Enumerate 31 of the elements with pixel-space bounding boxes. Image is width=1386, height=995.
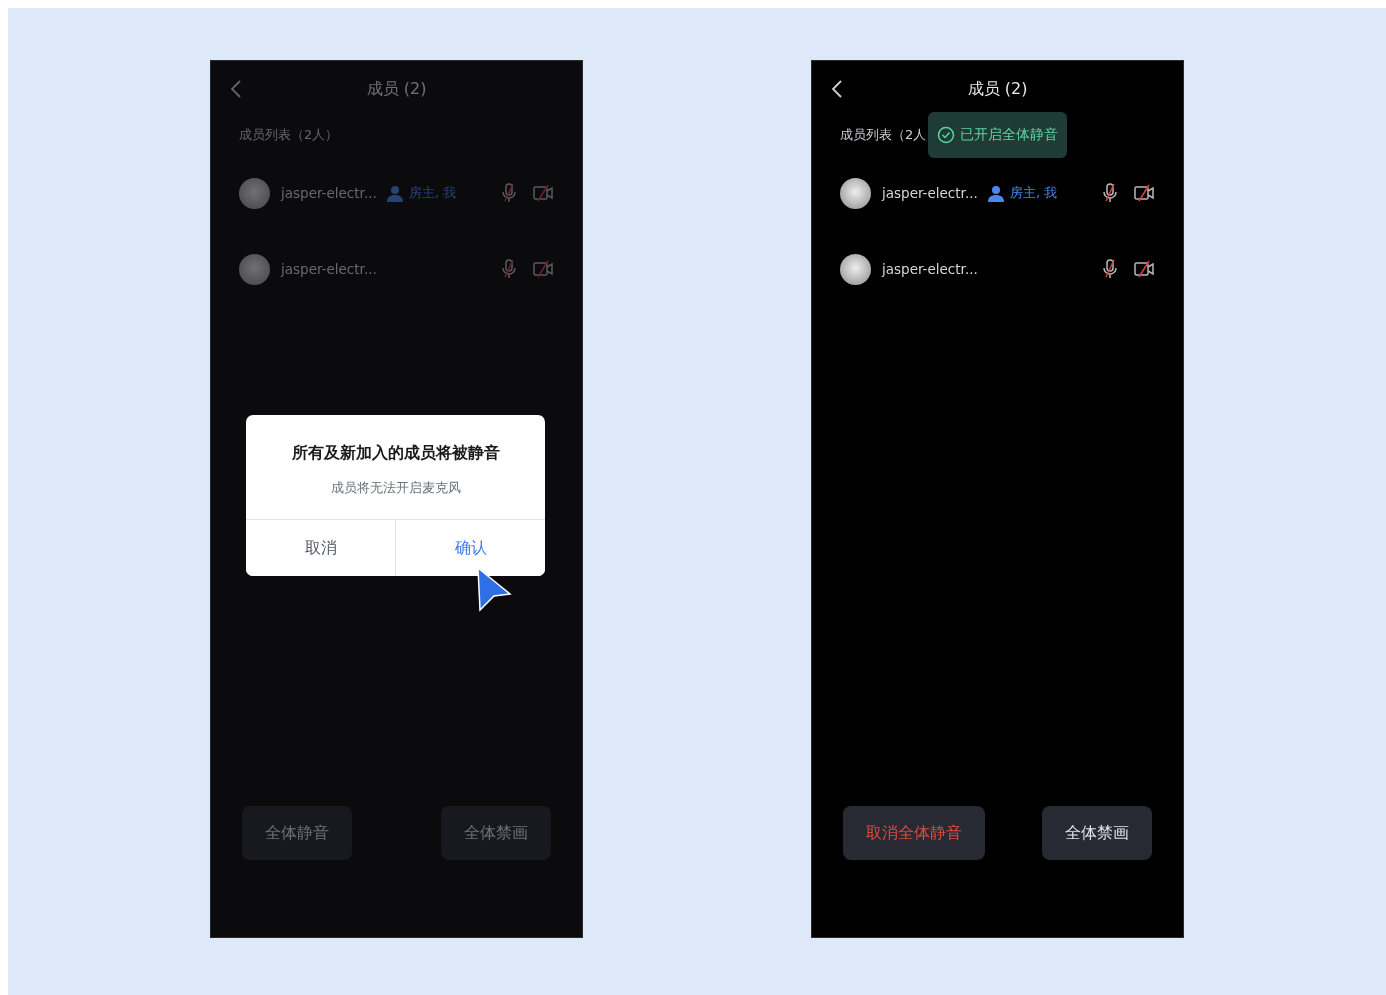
dialog-button[interactable]: 确认 xyxy=(395,520,545,576)
screen-title: 成员 (2) xyxy=(967,78,1028,100)
avatar xyxy=(840,253,871,285)
member-name: jasper-electr... xyxy=(882,185,979,201)
muted-mic-icon[interactable] xyxy=(1102,183,1118,203)
camera-off-icon[interactable] xyxy=(1134,184,1155,202)
action-button[interactable]: 全体静音 xyxy=(242,806,352,860)
avatar xyxy=(239,253,270,285)
check-circle-icon xyxy=(937,126,956,144)
toast-text: 已开启全体静音 xyxy=(960,126,1059,144)
person-icon xyxy=(988,184,1004,202)
member-name: jasper-electr... xyxy=(281,185,378,201)
action-button[interactable]: 取消全体静音 xyxy=(843,806,985,860)
person-icon xyxy=(387,184,403,202)
avatar xyxy=(840,177,871,209)
muted-mic-icon[interactable] xyxy=(1102,259,1118,279)
list-header: 成员列表（2人 xyxy=(840,126,927,144)
avatar xyxy=(239,177,270,209)
camera-off-icon[interactable] xyxy=(1134,260,1155,278)
member-name: jasper-electr... xyxy=(882,261,979,277)
list-header: 成员列表（2人） xyxy=(239,126,339,144)
member-name: jasper-electr... xyxy=(281,261,378,277)
dialog-message: 成员将无法开启麦克风 xyxy=(329,479,462,497)
screen-title: 成员 (2) xyxy=(366,78,427,100)
action-button[interactable]: 全体禁画 xyxy=(1042,806,1152,860)
pointer-cursor-icon xyxy=(476,566,512,612)
dialog-title: 所有及新加入的成员将被静音 xyxy=(290,443,501,464)
member-role: 房主, 我 xyxy=(409,184,457,202)
member-role: 房主, 我 xyxy=(1010,184,1058,202)
back-icon[interactable] xyxy=(832,80,842,98)
action-button[interactable]: 全体禁画 xyxy=(441,806,551,860)
